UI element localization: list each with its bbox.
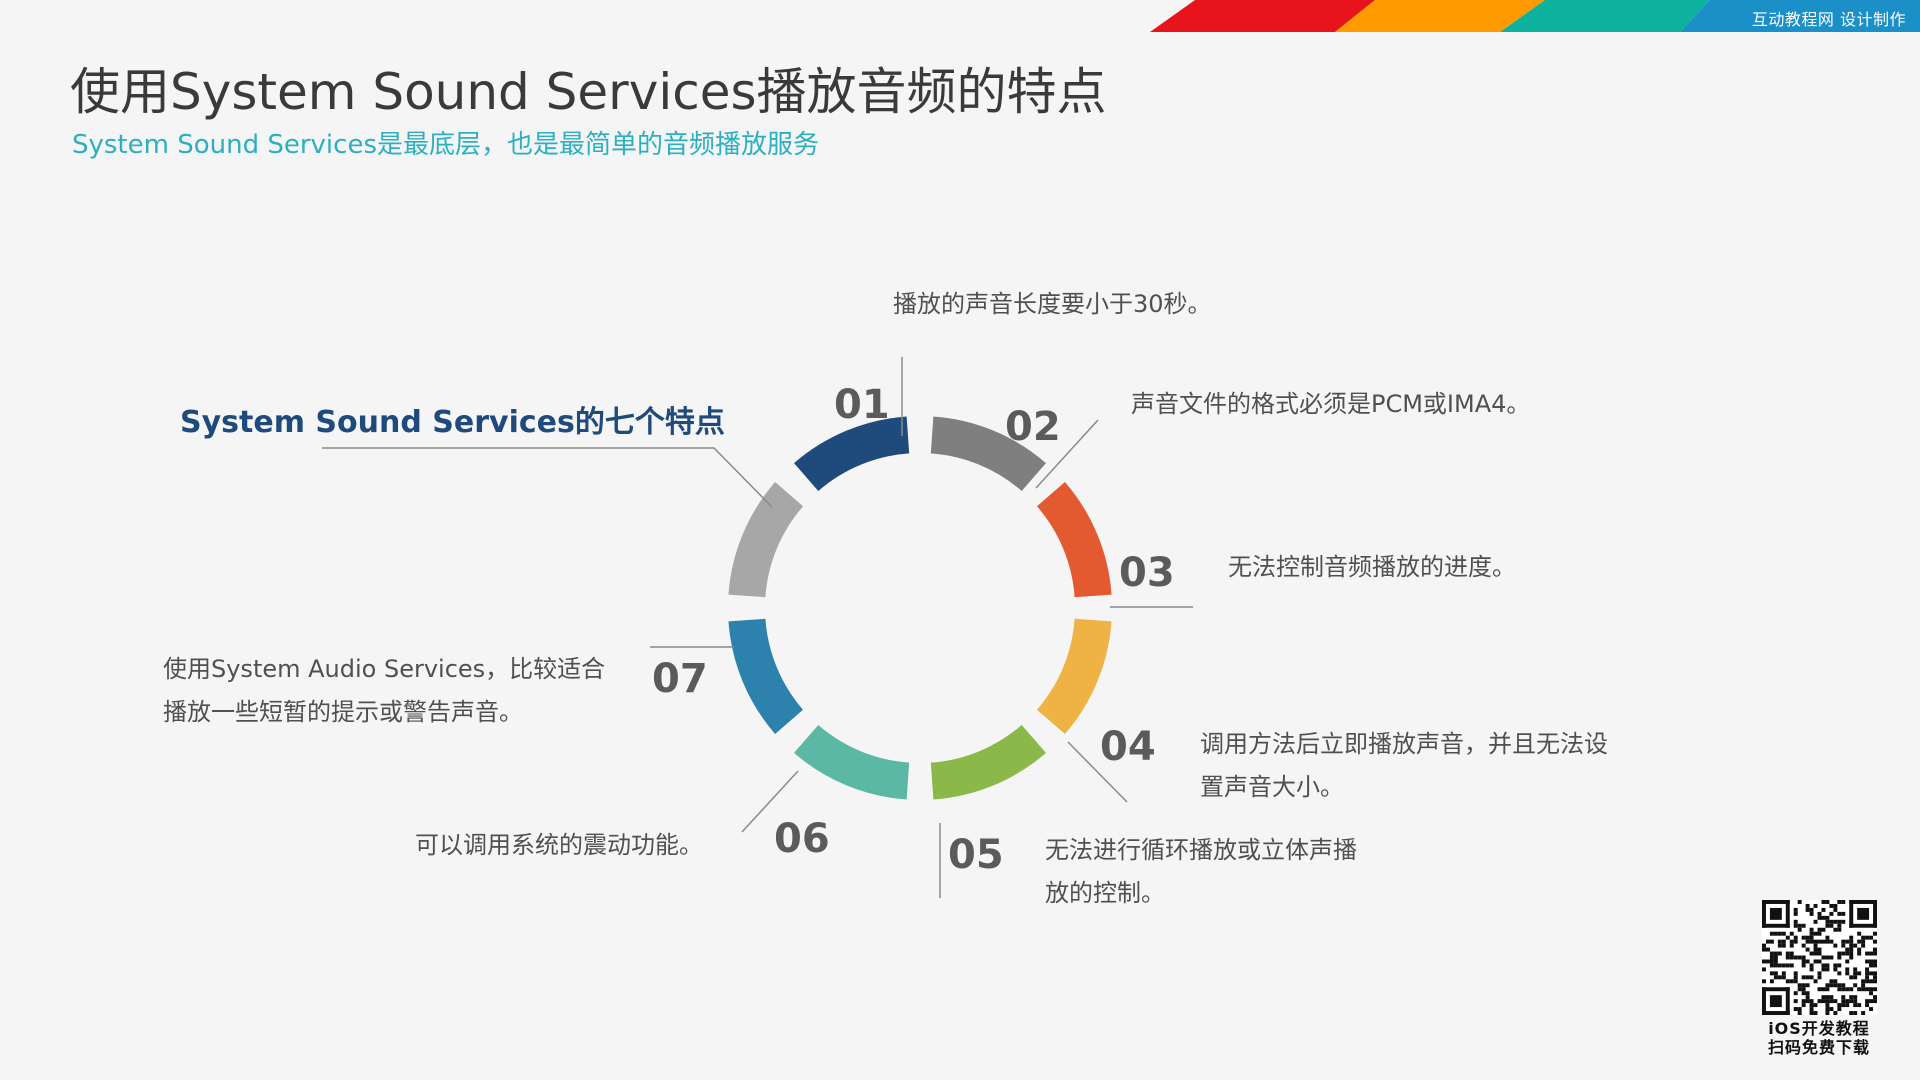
feature-number-02: 02	[1005, 404, 1061, 450]
feature-ring-diagram	[322, 357, 1193, 898]
center-title: System Sound Services的七个特点	[180, 405, 725, 440]
feature-text-03: 无法控制音频播放的进度。	[1228, 546, 1516, 589]
feature-text-04-line1: 调用方法后立即播放声音，并且无法设	[1200, 730, 1608, 758]
feature-number-05: 05	[948, 832, 1004, 878]
ring-segment-02	[1036, 482, 1112, 598]
feature-text-05: 无法进行循环播放或立体声播 放的控制。	[1045, 829, 1357, 915]
feature-text-01-line: 播放的声音长度要小于30秒。	[893, 290, 1212, 318]
feature-number-03: 03	[1119, 550, 1175, 596]
qr-caption: iOS开发教程 扫码免费下载	[1760, 1019, 1878, 1057]
qr-code-image[interactable]	[1761, 900, 1877, 1015]
qr-caption-line2: 扫码免费下载	[1767, 1038, 1870, 1057]
qr-caption-line1: iOS开发教程	[1768, 1019, 1870, 1038]
feature-text-04: 调用方法后立即播放声音，并且无法设 置声音大小。	[1200, 723, 1608, 809]
feature-text-07-line1: 使用System Audio Services，比较适合	[163, 655, 606, 683]
ring-segment-04	[930, 724, 1046, 800]
qr-code-block[interactable]: iOS开发教程 扫码免费下载	[1760, 900, 1878, 1057]
feature-text-07-line2: 播放一些短暂的提示或警告声音。	[163, 698, 523, 726]
feature-number-07: 07	[652, 656, 708, 702]
feature-text-05-line2: 放的控制。	[1045, 879, 1165, 907]
connector-center-title	[322, 447, 773, 508]
feature-text-04-line2: 置声音大小。	[1200, 773, 1344, 801]
feature-number-06: 06	[774, 816, 830, 862]
feature-text-05-line1: 无法进行循环播放或立体声播	[1045, 836, 1357, 864]
ring-segment-05	[794, 724, 910, 800]
feature-text-03-line: 无法控制音频播放的进度。	[1228, 553, 1516, 581]
ring-segment-06	[728, 618, 804, 734]
feature-text-07: 使用System Audio Services，比较适合 播放一些短暂的提示或警…	[163, 648, 605, 734]
feature-number-04: 04	[1100, 724, 1156, 770]
ring-segment-03	[1036, 618, 1112, 734]
feature-number-01: 01	[834, 382, 890, 428]
feature-text-01: 播放的声音长度要小于30秒。	[893, 283, 1212, 326]
ring-segments	[728, 416, 1112, 800]
ring-segment-07	[728, 482, 804, 598]
feature-text-02-line: 声音文件的格式必须是PCM或IMA4。	[1131, 390, 1531, 418]
feature-text-06: 可以调用系统的震动功能。	[415, 824, 703, 867]
feature-text-06-line: 可以调用系统的震动功能。	[415, 831, 703, 859]
feature-text-02: 声音文件的格式必须是PCM或IMA4。	[1131, 383, 1530, 426]
